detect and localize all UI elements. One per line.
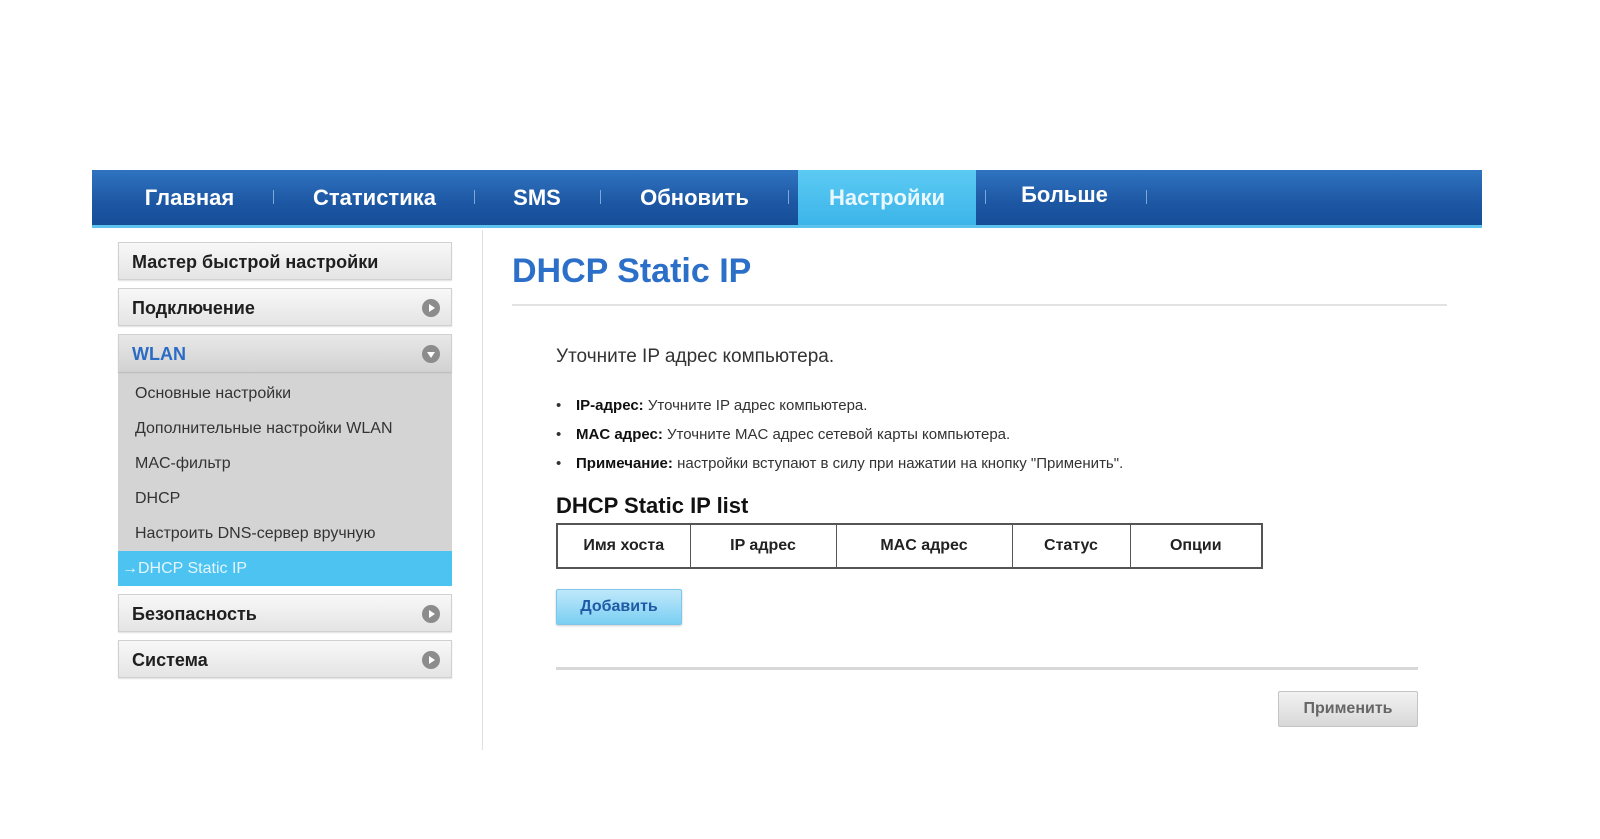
sidebar-subitem-dhcp[interactable]: DHCP — [118, 481, 452, 516]
router-settings-window: Главная Статистика SMS Обновить Настройк… — [92, 170, 1482, 750]
static-ip-list-title: DHCP Static IP list — [556, 493, 749, 518]
sidebar-item-security[interactable]: Безопасность — [118, 594, 452, 632]
add-button[interactable]: Добавить — [556, 589, 682, 625]
sidebar-subitem-manual-dns[interactable]: Настроить DNS-сервер вручную — [118, 516, 452, 551]
bullet-dot: • — [556, 426, 562, 443]
sidebar-item-wlan[interactable]: WLAN — [118, 334, 452, 372]
title-divider — [512, 304, 1447, 306]
nav-separator — [1146, 190, 1147, 204]
sidebar-subitem-mac-filter[interactable]: MAC-фильтр — [118, 446, 452, 481]
apply-button[interactable]: Применить — [1278, 691, 1418, 727]
tab-more[interactable]: Больше — [1002, 170, 1127, 225]
nav-separator — [788, 190, 789, 204]
column-header-options: Опции — [1129, 523, 1263, 569]
sidebar-item-label: WLAN — [132, 344, 186, 364]
static-ip-table: Имя хоста IP адрес MAC адрес Статус Опци… — [556, 523, 1263, 569]
vertical-divider — [482, 230, 483, 750]
sidebar-subitem-advanced-wlan[interactable]: Дополнительные настройки WLAN — [118, 411, 452, 446]
nav-separator — [273, 190, 274, 204]
column-header-hostname: Имя хоста — [556, 523, 691, 569]
sidebar-item-system[interactable]: Система — [118, 640, 452, 678]
help-bullet-note: • Примечание: настройки вступают в силу п… — [556, 455, 1123, 472]
sidebar-item-label: Система — [132, 650, 208, 670]
top-navigation-bar: Главная Статистика SMS Обновить Настройк… — [92, 170, 1482, 228]
nav-separator — [474, 190, 475, 204]
bullet-term: MAC адрес: — [576, 426, 663, 443]
bullet-dot: • — [556, 397, 562, 414]
sidebar-menu: Мастер быстрой настройки Подключение WLA… — [118, 242, 452, 686]
tab-settings[interactable]: Настройки — [798, 170, 976, 225]
nav-separator — [600, 190, 601, 204]
tab-sms[interactable]: SMS — [492, 170, 582, 225]
sidebar-item-label: Подключение — [132, 298, 255, 318]
bottom-divider — [556, 667, 1418, 670]
bullet-text: настройки вступают в силу при нажатии на… — [672, 455, 1124, 472]
expand-arrow-icon — [422, 651, 440, 669]
page-title: DHCP Static IP — [512, 252, 752, 290]
column-header-status: Статус — [1011, 523, 1131, 569]
wlan-submenu: Основные настройки Дополнительные настро… — [118, 372, 452, 586]
bullet-text: Уточните IP адрес компьютера. — [643, 397, 868, 414]
column-header-mac: MAC адрес — [835, 523, 1013, 569]
bullet-term: IP-адрес: — [576, 397, 644, 414]
tab-statistics[interactable]: Статистика — [282, 170, 467, 225]
sidebar-item-label: Мастер быстрой настройки — [132, 252, 379, 272]
tab-home[interactable]: Главная — [117, 170, 262, 225]
bullet-dot: • — [556, 455, 562, 472]
sidebar-item-label: Безопасность — [132, 604, 257, 624]
tab-update[interactable]: Обновить — [617, 170, 772, 225]
intro-text: Уточните IP адрес компьютера. — [556, 346, 835, 367]
help-bullet-mac: • MAC адрес: Уточните MAC адрес сетевой к… — [556, 426, 1010, 443]
expand-arrow-icon — [422, 299, 440, 317]
help-bullet-ip: • IP-адрес: Уточните IP адрес компьютера. — [556, 397, 867, 414]
sidebar-item-connection[interactable]: Подключение — [118, 288, 452, 326]
table-header-row: Имя хоста IP адрес MAC адрес Статус Опци… — [556, 523, 1263, 569]
collapse-arrow-icon — [422, 345, 440, 363]
sidebar-subitem-basic-settings[interactable]: Основные настройки — [118, 376, 452, 411]
sidebar-item-quick-setup[interactable]: Мастер быстрой настройки — [118, 242, 452, 280]
bullet-text: Уточните MAC адрес сетевой карты компьют… — [662, 426, 1011, 443]
sidebar-subitem-dhcp-static-ip[interactable]: →DHCP Static IP — [118, 551, 452, 586]
expand-arrow-icon — [422, 605, 440, 623]
nav-separator — [985, 190, 986, 204]
column-header-ip: IP адрес — [689, 523, 837, 569]
bullet-term: Примечание: — [576, 455, 673, 472]
